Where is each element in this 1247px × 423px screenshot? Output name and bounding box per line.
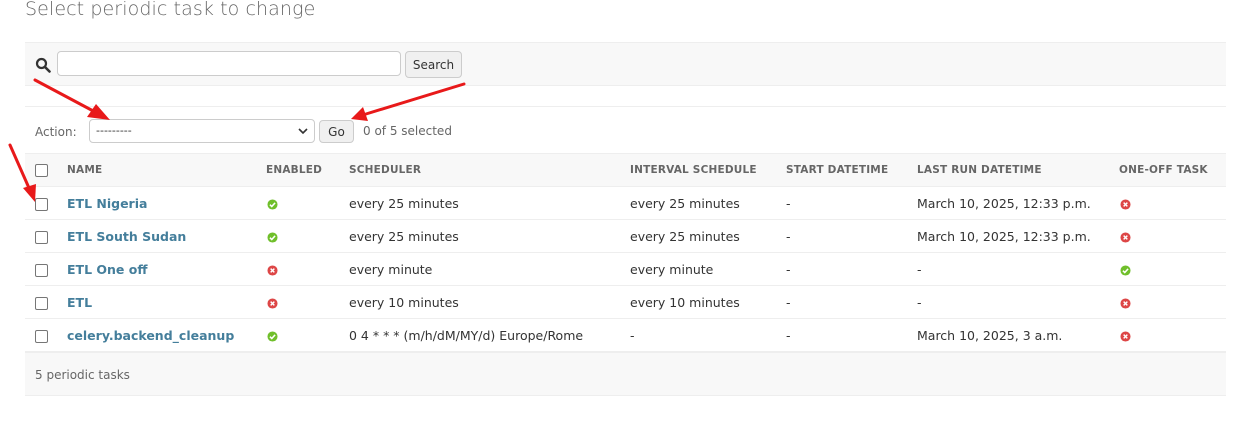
- results-footer: 5 periodic tasks: [25, 352, 1226, 396]
- scheduler-cell: every 25 minutes: [349, 219, 630, 253]
- table-row: ETL Nigeria every 25 minutes every 25 minu…: [25, 186, 1226, 220]
- cross-icon: [1120, 297, 1131, 309]
- row-checkbox[interactable]: [35, 197, 48, 211]
- one-off-cell: [1119, 252, 1226, 286]
- column-interval[interactable]: INTERVAL SCHEDULE: [630, 153, 786, 187]
- check-icon: [267, 198, 278, 210]
- check-icon: [267, 330, 278, 342]
- task-name-link[interactable]: ETL Nigeria: [67, 196, 147, 211]
- column-enabled[interactable]: ENABLED: [266, 153, 349, 187]
- enabled-cell: [266, 186, 349, 220]
- search-button[interactable]: Search: [405, 51, 462, 78]
- start-datetime-cell: -: [786, 285, 917, 319]
- last-run-cell: March 10, 2025, 3 a.m.: [917, 318, 1119, 352]
- action-label: Action:: [35, 125, 77, 139]
- one-off-cell: [1119, 186, 1226, 220]
- task-name-link[interactable]: ETL: [67, 295, 92, 310]
- table-row: celery.backend_cleanup 0 4 * * * (m/h/dM/…: [25, 318, 1226, 352]
- check-icon: [267, 231, 278, 243]
- cross-icon: [1120, 231, 1131, 243]
- action-select[interactable]: ---------: [89, 119, 315, 143]
- start-datetime-cell: -: [786, 318, 917, 352]
- start-datetime-cell: -: [786, 252, 917, 286]
- search-icon: [35, 57, 51, 73]
- enabled-cell: [266, 285, 349, 319]
- actions-bar: Action: --------- Go 0 of 5 selected: [25, 106, 1226, 154]
- scheduler-cell: every 10 minutes: [349, 285, 630, 319]
- enabled-cell: [266, 219, 349, 253]
- action-selected-option: ---------: [96, 124, 132, 137]
- cross-icon: [267, 264, 278, 276]
- task-name-link[interactable]: celery.backend_cleanup: [67, 328, 234, 343]
- one-off-cell: [1119, 318, 1226, 352]
- one-off-cell: [1119, 219, 1226, 253]
- enabled-cell: [266, 318, 349, 352]
- scheduler-cell: every minute: [349, 252, 630, 286]
- row-checkbox[interactable]: [35, 230, 48, 244]
- start-datetime-cell: -: [786, 186, 917, 220]
- interval-cell: every 25 minutes: [630, 219, 786, 253]
- interval-cell: every 25 minutes: [630, 186, 786, 220]
- interval-cell: -: [630, 318, 786, 352]
- row-checkbox[interactable]: [35, 296, 48, 310]
- column-scheduler[interactable]: SCHEDULER: [349, 153, 630, 187]
- start-datetime-cell: -: [786, 219, 917, 253]
- table-row: ETL South Sudan every 25 minutes every 25 …: [25, 219, 1226, 253]
- scheduler-cell: every 25 minutes: [349, 186, 630, 220]
- last-run-cell: March 10, 2025, 12:33 p.m.: [917, 219, 1119, 253]
- task-name-link[interactable]: ETL South Sudan: [67, 229, 186, 244]
- selected-count: 0 of 5 selected: [363, 124, 452, 138]
- cross-icon: [1120, 330, 1131, 342]
- column-last-run[interactable]: LAST RUN DATETIME: [917, 153, 1119, 187]
- check-icon: [1120, 264, 1131, 276]
- table-header-row: NAME ENABLED SCHEDULER INTERVAL SCHEDULE…: [25, 153, 1226, 187]
- result-count: 5 periodic tasks: [35, 368, 130, 382]
- interval-cell: every minute: [630, 252, 786, 286]
- chevron-down-icon: [298, 128, 308, 135]
- table-row: ETL every 10 minutes every 10 minutes - -: [25, 285, 1226, 319]
- task-name-link[interactable]: ETL One off: [67, 262, 147, 277]
- cross-icon: [267, 297, 278, 309]
- page-title: Select periodic task to change: [25, 0, 316, 20]
- column-one-off[interactable]: ONE-OFF TASK: [1119, 153, 1226, 187]
- search-toolbar: Search: [25, 42, 1226, 86]
- go-button[interactable]: Go: [319, 120, 354, 143]
- column-name[interactable]: NAME: [67, 153, 266, 187]
- last-run-cell: -: [917, 285, 1119, 319]
- results-table: NAME ENABLED SCHEDULER INTERVAL SCHEDULE…: [25, 153, 1226, 352]
- interval-cell: every 10 minutes: [630, 285, 786, 319]
- table-row: ETL One off every minute every minute - -: [25, 252, 1226, 286]
- last-run-cell: March 10, 2025, 12:33 p.m.: [917, 186, 1119, 220]
- last-run-cell: -: [917, 252, 1119, 286]
- enabled-cell: [266, 252, 349, 286]
- column-start[interactable]: START DATETIME: [786, 153, 917, 187]
- scheduler-cell: 0 4 * * * (m/h/dM/MY/d) Europe/Rome: [349, 318, 630, 352]
- row-checkbox[interactable]: [35, 329, 48, 343]
- one-off-cell: [1119, 285, 1226, 319]
- select-all-checkbox[interactable]: [35, 163, 48, 177]
- cross-icon: [1120, 198, 1131, 210]
- row-checkbox[interactable]: [35, 263, 48, 277]
- search-input[interactable]: [57, 51, 401, 76]
